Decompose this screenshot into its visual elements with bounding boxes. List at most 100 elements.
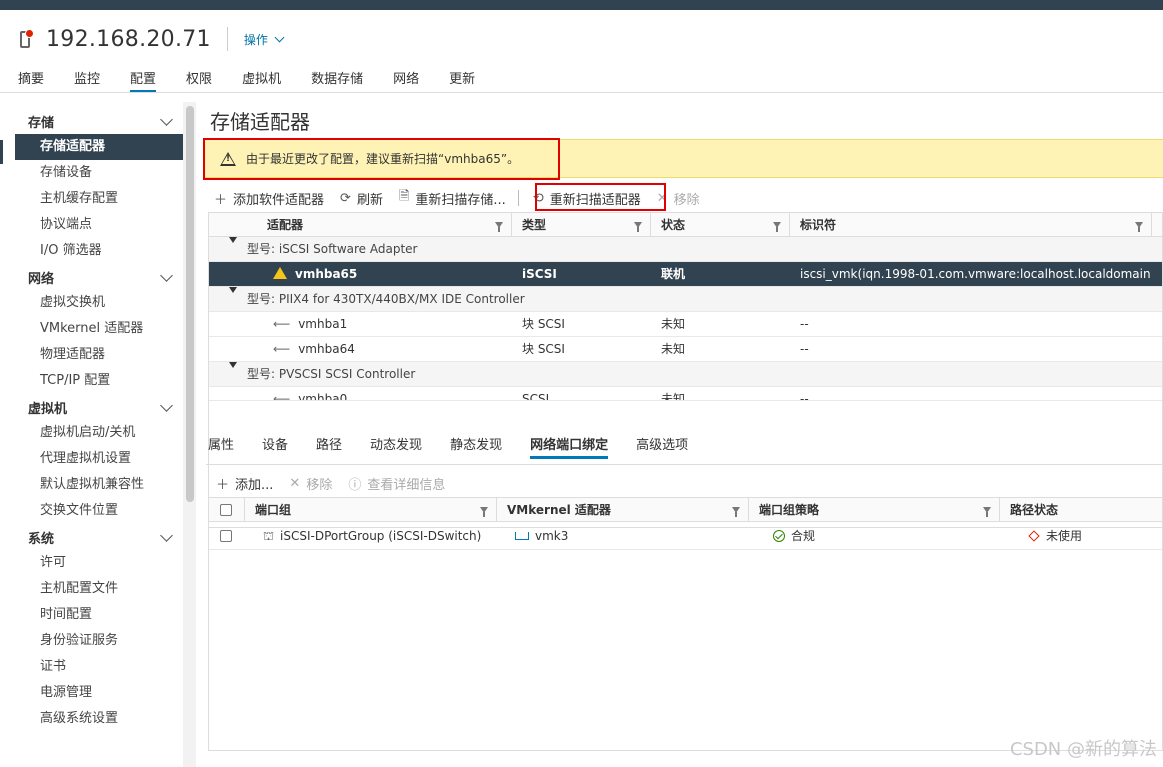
sidebar-item-time-config[interactable]: 时间配置	[15, 602, 183, 628]
sidebar-item-vswitches[interactable]: 虚拟交换机	[15, 290, 183, 316]
header-label: 标识符	[800, 218, 837, 232]
column-header-path-status[interactable]: 路径状态	[1000, 498, 1162, 521]
table-row[interactable]: ⟵ vmhba64 块 SCSI 未知 --	[209, 337, 1162, 362]
tab-paths[interactable]: 路径	[316, 434, 342, 459]
column-header-type[interactable]: 类型	[512, 213, 651, 236]
sidebar-item-physical-adapters[interactable]: 物理适配器	[15, 342, 183, 368]
cell-type: 块 SCSI	[522, 317, 565, 331]
sidebar-item-power-mgmt[interactable]: 电源管理	[15, 680, 183, 706]
close-icon: ✕	[289, 475, 301, 491]
chevron-down-icon	[274, 32, 285, 42]
config-sidebar: 存储 存储适配器 存储设备 主机缓存配置 协议端点 I/O 筛选器 网络 虚拟交…	[15, 102, 183, 767]
sidebar-item-swap-location[interactable]: 交换文件位置	[15, 498, 183, 524]
sidebar-section-system[interactable]: 系统	[15, 524, 183, 550]
sidebar-item-storage-adapters[interactable]: 存储适配器	[15, 134, 183, 160]
cell-policy: 合规	[791, 529, 816, 543]
sidebar-item-vmkernel-adapters[interactable]: VMkernel 适配器	[15, 316, 183, 342]
column-header-identifier[interactable]: 标识符	[790, 213, 1152, 236]
view-details-button[interactable]: ⓘ 查看详细信息	[348, 474, 445, 493]
button-label: 移除	[673, 192, 700, 208]
select-all-column	[209, 498, 245, 521]
refresh-button[interactable]: ⟳ 刷新	[340, 189, 383, 208]
column-header-policy[interactable]: 端口组策略	[749, 498, 1000, 521]
sidebar-item-tcpip[interactable]: TCP/IP 配置	[15, 368, 183, 394]
tab-devices[interactable]: 设备	[262, 434, 288, 459]
cell-adapter: vmhba65	[295, 267, 358, 281]
select-all-checkbox[interactable]	[220, 504, 232, 516]
tab-properties[interactable]: 属性	[208, 434, 234, 459]
subtabs-divider	[206, 464, 1163, 465]
table-row[interactable]: ⟵ vmhba0 SCSI 未知 --	[209, 387, 1162, 401]
table-row[interactable]: ⟵ vmhba1 块 SCSI 未知 --	[209, 312, 1162, 337]
filter-icon[interactable]	[983, 507, 991, 517]
sidebar-item-host-profile[interactable]: 主机配置文件	[15, 576, 183, 602]
actions-menu[interactable]: 操作	[244, 31, 285, 48]
sidebar-item-auth-services[interactable]: 身份验证服务	[15, 628, 183, 654]
vmkernel-icon	[515, 532, 529, 540]
tab-permissions[interactable]: 权限	[186, 66, 212, 93]
add-software-adapter-button[interactable]: ＋ 添加软件适配器	[214, 189, 324, 208]
column-header-status[interactable]: 状态	[651, 213, 790, 236]
sidebar-item-storage-devices[interactable]: 存储设备	[15, 160, 183, 186]
tab-configure[interactable]: 配置	[130, 66, 157, 93]
sidebar-scroll-thumb[interactable]	[186, 106, 194, 502]
remove-binding-button[interactable]: ✕ 移除	[289, 474, 332, 493]
cell-adapter: vmhba1	[298, 317, 348, 331]
filter-icon[interactable]	[773, 222, 781, 232]
collapse-icon[interactable]	[229, 362, 237, 368]
collapse-icon[interactable]	[229, 237, 237, 243]
header-label: 类型	[522, 218, 547, 232]
table-row[interactable]: ⛫ iSCSI-DPortGroup (iSCSI-DSwitch) vmk3 合…	[209, 522, 1162, 550]
highlight-box	[203, 138, 560, 180]
tab-dynamic-discovery[interactable]: 动态发现	[370, 434, 422, 459]
tab-static-discovery[interactable]: 静态发现	[450, 434, 502, 459]
sidebar-section-storage[interactable]: 存储	[15, 108, 183, 134]
row-checkbox[interactable]	[220, 530, 232, 542]
refresh-icon: ⟳	[340, 190, 351, 206]
group-row[interactable]: 型号: iSCSI Software Adapter	[209, 237, 1162, 262]
grid-header: 端口组 VMkernel 适配器 端口组策略 路径状态	[209, 498, 1162, 522]
tab-advanced-options[interactable]: 高级选项	[636, 434, 688, 459]
plus-icon: ＋	[214, 192, 228, 208]
divider	[517, 190, 519, 206]
tab-network-port-binding[interactable]: 网络端口绑定	[530, 434, 609, 459]
sidebar-item-agent-vm[interactable]: 代理虚拟机设置	[15, 446, 183, 472]
filter-icon[interactable]	[480, 507, 488, 517]
tab-monitor[interactable]: 监控	[74, 66, 100, 93]
host-header: 192.168.20.71 操作	[18, 24, 285, 54]
tab-summary[interactable]: 摘要	[18, 66, 44, 93]
tab-datastores[interactable]: 数据存储	[311, 66, 363, 93]
chevron-down-icon	[160, 398, 173, 412]
sidebar-item-io-filters[interactable]: I/O 筛选器	[15, 238, 183, 264]
tab-updates[interactable]: 更新	[449, 66, 475, 93]
tab-networks[interactable]: 网络	[393, 66, 419, 93]
group-row[interactable]: 型号: PIIX4 for 430TX/440BX/MX IDE Control…	[209, 287, 1162, 312]
column-header-vmkernel[interactable]: VMkernel 适配器	[497, 498, 749, 521]
cell-status: 未知	[661, 392, 686, 400]
column-header-adapter[interactable]: 适配器	[209, 213, 512, 236]
table-row[interactable]: vmhba65 iSCSI 联机 iscsi_vmk(iqn.1998-01.c…	[209, 262, 1162, 287]
sidebar-item-certificate[interactable]: 证书	[15, 654, 183, 680]
group-row[interactable]: 型号: PVSCSI SCSI Controller	[209, 362, 1162, 387]
filter-icon[interactable]	[634, 222, 642, 232]
add-binding-button[interactable]: ＋ 添加...	[216, 474, 273, 493]
rescan-storage-button[interactable]: 🗎 重新扫描存储...	[399, 187, 506, 209]
host-name: 192.168.20.71	[46, 26, 211, 52]
top-bar	[0, 0, 1163, 10]
filter-icon[interactable]	[495, 222, 503, 232]
header-label: 适配器	[267, 218, 304, 232]
tab-vms[interactable]: 虚拟机	[242, 66, 281, 93]
column-header-portgroup[interactable]: 端口组	[245, 498, 497, 521]
sidebar-section-vms[interactable]: 虚拟机	[15, 394, 183, 420]
collapse-icon[interactable]	[229, 287, 237, 293]
sidebar-item-default-compat[interactable]: 默认虚拟机兼容性	[15, 472, 183, 498]
sidebar-section-network[interactable]: 网络	[15, 264, 183, 290]
sidebar-item-vm-startup[interactable]: 虚拟机启动/关机	[15, 420, 183, 446]
sidebar-item-licensing[interactable]: 许可	[15, 550, 183, 576]
cell-type: 块 SCSI	[522, 342, 565, 356]
sidebar-item-advanced-settings[interactable]: 高级系统设置	[15, 706, 183, 732]
sidebar-item-host-cache[interactable]: 主机缓存配置	[15, 186, 183, 212]
sidebar-item-protocol-endpoints[interactable]: 协议端点	[15, 212, 183, 238]
filter-icon[interactable]	[732, 507, 740, 517]
filter-icon[interactable]	[1135, 222, 1143, 232]
